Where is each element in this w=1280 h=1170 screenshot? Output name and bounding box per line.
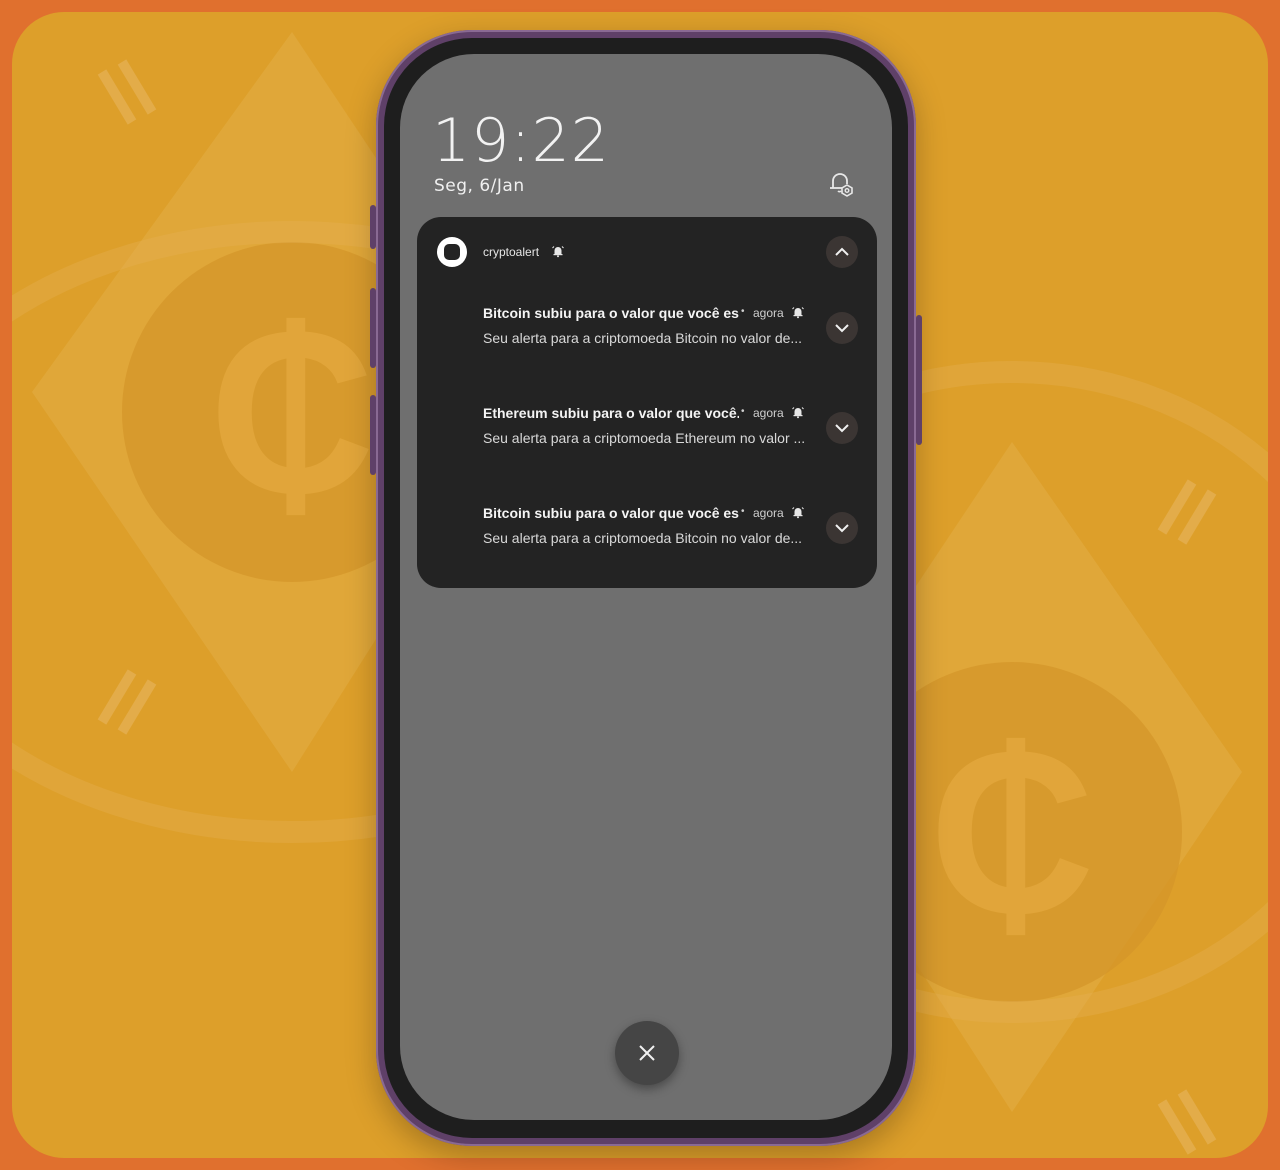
clock-date: Seg, 6/Jan (434, 176, 525, 196)
bell-settings-icon[interactable] (826, 168, 856, 198)
notification-body: Seu alerta para a criptomoeda Ethereum n… (483, 430, 806, 446)
phone-power-button (916, 315, 922, 445)
bell-ringing-icon (552, 246, 564, 258)
notification-group[interactable]: cryptoalert Bitcoin subiu para o valor q… (417, 217, 877, 588)
close-icon (639, 1045, 655, 1061)
notification-time: agora (753, 406, 784, 420)
svg-text:₵: ₵ (929, 704, 1095, 961)
notification-body: Seu alerta para a criptomoeda Bitcoin no… (483, 530, 803, 546)
app-name: cryptoalert (483, 245, 540, 259)
svg-text:₵: ₵ (209, 284, 375, 541)
collapse-button[interactable] (826, 236, 858, 268)
separator-dot: • (741, 406, 745, 417)
app-icon (437, 237, 467, 267)
phone-side-button (370, 205, 376, 249)
notification-title: Bitcoin subiu para o valor que você es..… (483, 305, 739, 321)
notification-time: agora (753, 306, 784, 320)
phone-volume-button (370, 288, 376, 368)
expand-button[interactable] (826, 512, 858, 544)
separator-dot: • (741, 306, 745, 317)
notification-time: agora (753, 506, 784, 520)
bell-ringing-icon (792, 407, 804, 419)
clear-notifications-button[interactable] (615, 1021, 679, 1085)
notification-title: Bitcoin subiu para o valor que você es..… (483, 505, 739, 521)
notification-title: Ethereum subiu para o valor que você... (483, 405, 739, 421)
chevron-down-icon (835, 324, 849, 333)
separator-dot: • (741, 506, 745, 517)
clock-time: 19:22 (432, 106, 610, 176)
chevron-down-icon (835, 524, 849, 533)
phone-volume-button (370, 395, 376, 475)
expand-button[interactable] (826, 412, 858, 444)
chevron-up-icon (835, 247, 849, 256)
lock-screen: 19:22 Seg, 6/Jan cryptoalert Bitcoin sub… (400, 54, 892, 1120)
bell-ringing-icon (792, 307, 804, 319)
expand-button[interactable] (826, 312, 858, 344)
notification-body: Seu alerta para a criptomoeda Bitcoin no… (483, 330, 803, 346)
bell-ringing-icon (792, 507, 804, 519)
chevron-down-icon (835, 424, 849, 433)
